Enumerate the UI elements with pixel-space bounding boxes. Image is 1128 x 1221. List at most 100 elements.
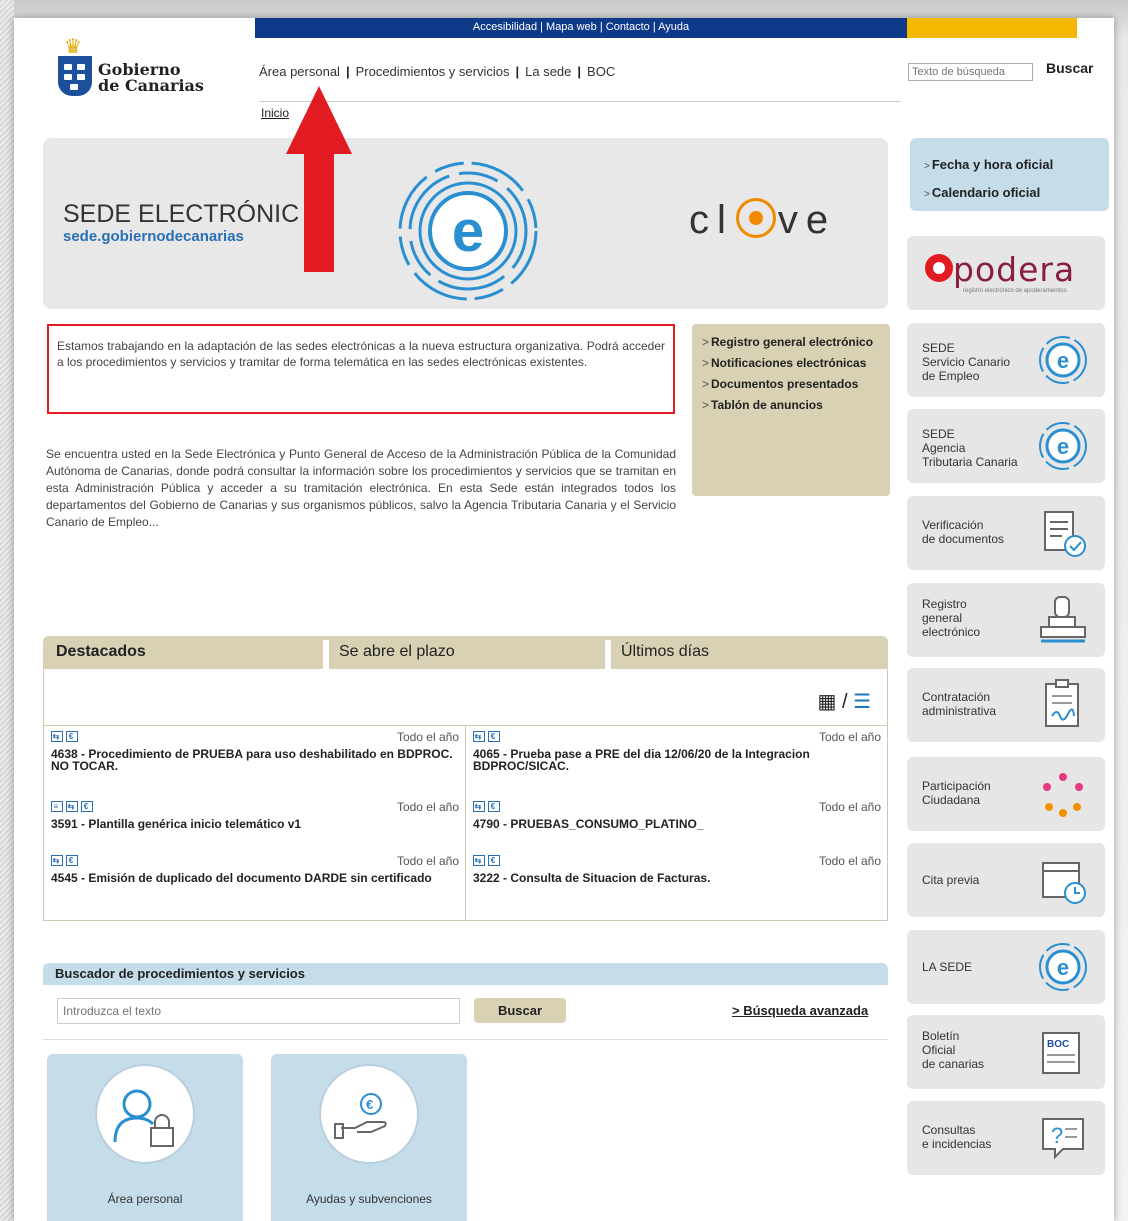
- notice-box: Estamos trabajando en la adaptación de l…: [47, 324, 675, 414]
- nav-separator: |: [345, 64, 350, 79]
- search-button[interactable]: Buscar: [1046, 60, 1093, 76]
- list-view-icon[interactable]: ☰: [853, 691, 871, 713]
- quick-link-notificaciones[interactable]: > Notificaciones electrónicas: [702, 357, 880, 370]
- nav-boc[interactable]: BOC: [587, 64, 615, 79]
- sidebar-consultas[interactable]: Consultas e incidencias ?: [907, 1101, 1105, 1175]
- tile-circle: [95, 1064, 195, 1164]
- procedure-period: Todo el año: [818, 730, 881, 744]
- nav-separator: |: [515, 64, 520, 79]
- channel-icons: ⇆ €: [473, 854, 503, 866]
- list-icon: ≡: [51, 801, 63, 812]
- procedure-search-input[interactable]: [57, 998, 460, 1024]
- sidebar-participacion[interactable]: Participación Ciudadana: [907, 757, 1105, 831]
- advanced-search-link[interactable]: > Búsqueda avanzada: [732, 1003, 868, 1018]
- apodera-logo: podera: [925, 250, 1075, 289]
- procedure-item[interactable]: ⇆ € Todo el año 3222 - Consulta de Situac…: [466, 850, 887, 918]
- sidebar-label: LA SEDE: [922, 960, 973, 974]
- tab-divider: [323, 640, 329, 669]
- sidebar-verificacion[interactable]: Verificación de documentos: [907, 496, 1105, 570]
- view-toggle[interactable]: ▦ / ☰: [817, 689, 871, 714]
- banner-url[interactable]: sede.gobiernodecanarias: [63, 228, 244, 245]
- people-icon: [1043, 773, 1083, 817]
- logo-text: Gobierno de Canarias: [98, 60, 204, 95]
- online-icon: ⇆: [473, 731, 485, 742]
- euro-icon: €: [488, 801, 500, 812]
- online-icon: ⇆: [66, 801, 78, 812]
- euro-icon: €: [66, 855, 78, 866]
- grid-view-icon[interactable]: ▦: [817, 691, 836, 713]
- gobierno-logo[interactable]: ♛ Gobierno de Canarias: [58, 34, 208, 98]
- quick-link-documentos[interactable]: > Documentos presentados: [702, 378, 880, 391]
- sidebar-la-sede[interactable]: LA SEDE e: [907, 930, 1105, 1004]
- sede-e-icon: e: [1039, 943, 1087, 991]
- calendar-clock-icon: [1042, 862, 1086, 904]
- procedure-title[interactable]: 4545 - Emisión de duplicado del document…: [51, 872, 461, 884]
- tab-divider: [605, 640, 611, 669]
- sidebar-contratacion[interactable]: Contratación administrativa: [907, 668, 1105, 742]
- procedure-item[interactable]: ⇆ € Todo el año 4545 - Emisión de duplica…: [44, 850, 465, 918]
- sidebar-label: SEDE Agencia Tributaria Canaria: [922, 427, 1018, 469]
- main-nav: Área personal | Procedimientos y servicios…: [259, 64, 615, 79]
- sidebar-label: SEDE Servicio Canario de Empleo: [922, 341, 1011, 383]
- sidebar-sede-empleo[interactable]: SEDE Servicio Canario de Empleo e: [907, 323, 1105, 397]
- svg-text:BOC: BOC: [1047, 1039, 1069, 1050]
- tile-ayudas[interactable]: € Ayudas y subvenciones: [271, 1054, 467, 1221]
- nav-la-sede[interactable]: La sede: [525, 64, 571, 79]
- search-divider: [43, 1039, 888, 1040]
- sidebar-label: Participación Ciudadana: [922, 779, 991, 807]
- search-input[interactable]: [908, 63, 1033, 81]
- sede-e-logo-icon: e: [398, 161, 538, 301]
- procedure-item[interactable]: ⇆ € Todo el año 4638 - Procedimiento de P…: [44, 726, 465, 794]
- procedure-search-button[interactable]: Buscar: [474, 998, 566, 1023]
- nav-procedimientos[interactable]: Procedimientos y servicios: [356, 64, 510, 79]
- euro-icon: €: [66, 731, 78, 742]
- quick-link-registro[interactable]: > Registro general electrónico: [702, 336, 880, 349]
- fecha-link[interactable]: > Fecha y hora oficial: [924, 152, 1095, 180]
- quick-link-tablon[interactable]: > Tablón de anuncios: [702, 399, 880, 412]
- channel-icons: ⇆ €: [51, 854, 81, 866]
- tab-destacados[interactable]: Destacados: [56, 643, 146, 661]
- sidebar-boc[interactable]: Boletín Oficial de canarias BOC: [907, 1015, 1105, 1089]
- procedure-period: Todo el año: [818, 854, 881, 868]
- sede-banner: SEDE ELECTRÓNIC sede.gobiernodecanarias …: [43, 138, 888, 309]
- sidebar-label: Boletín Oficial de canarias: [922, 1029, 985, 1071]
- sidebar-registro[interactable]: Registro general electrónico: [907, 583, 1105, 657]
- procedure-search: Buscador de procedimientos y servicios B…: [43, 963, 888, 1041]
- fecha-box: > Fecha y hora oficial > Calendario oficia…: [910, 138, 1109, 211]
- procedure-grid: ⇆ € Todo el año 4638 - Procedimiento de P…: [44, 725, 887, 921]
- sidebar-label: Consultas e incidencias: [922, 1123, 992, 1151]
- channel-icons: ⇆ €: [473, 800, 503, 812]
- online-icon: ⇆: [473, 801, 485, 812]
- procedure-tabs: Destacados Se abre el plazo Últimos días: [43, 636, 888, 669]
- procedure-item[interactable]: ⇆ € Todo el año 4065 - Prueba pase a PRE …: [466, 726, 887, 794]
- tab-se-abre-el-plazo[interactable]: Se abre el plazo: [339, 643, 455, 661]
- sidebar-label: Verificación de documentos: [922, 518, 1005, 546]
- channel-icons: ⇆ €: [473, 730, 503, 742]
- utility-bar[interactable]: Accesibilidad | Mapa web | Contacto | Ay…: [255, 18, 907, 38]
- procedure-title[interactable]: 4065 - Prueba pase a PRE del dia 12/06/2…: [473, 748, 883, 772]
- nav-separator: |: [577, 64, 582, 79]
- nav-area-personal[interactable]: Área personal: [259, 64, 340, 79]
- procedure-title[interactable]: 4790 - PRUEBAS_CONSUMO_PLATINO_: [473, 818, 883, 830]
- apodera-a-icon: [925, 253, 953, 282]
- clave-logo: cl ve: [689, 198, 837, 242]
- apodera-tile[interactable]: podera registro electrónico de apoderami…: [907, 236, 1105, 310]
- procedure-title[interactable]: 3591 - Plantilla genérica inicio telemát…: [51, 818, 461, 830]
- registry-stamp-icon: [1040, 596, 1086, 643]
- sidebar-label: Cita previa: [922, 873, 980, 887]
- channel-icons: ⇆ €: [51, 730, 81, 742]
- procedure-title[interactable]: 4638 - Procedimiento de PRUEBA para uso …: [51, 748, 461, 772]
- procedure-title[interactable]: 3222 - Consulta de Situacion de Facturas…: [473, 872, 883, 884]
- sidebar-cita-previa[interactable]: Cita previa: [907, 843, 1105, 917]
- svg-text:?: ?: [1051, 1123, 1063, 1148]
- svg-text:e: e: [1057, 434, 1069, 459]
- sidebar-sede-tributaria[interactable]: SEDE Agencia Tributaria Canaria e: [907, 409, 1105, 483]
- tile-area-personal[interactable]: Área personal: [47, 1054, 243, 1221]
- procedure-period: Todo el año: [396, 730, 459, 744]
- tab-ultimos-dias[interactable]: Últimos días: [621, 643, 709, 661]
- calendario-link[interactable]: > Calendario oficial: [924, 180, 1095, 208]
- breadcrumb[interactable]: Inicio: [261, 106, 289, 120]
- svg-text:€: €: [366, 1097, 373, 1112]
- tile-circle: €: [319, 1064, 419, 1164]
- online-icon: ⇆: [473, 855, 485, 866]
